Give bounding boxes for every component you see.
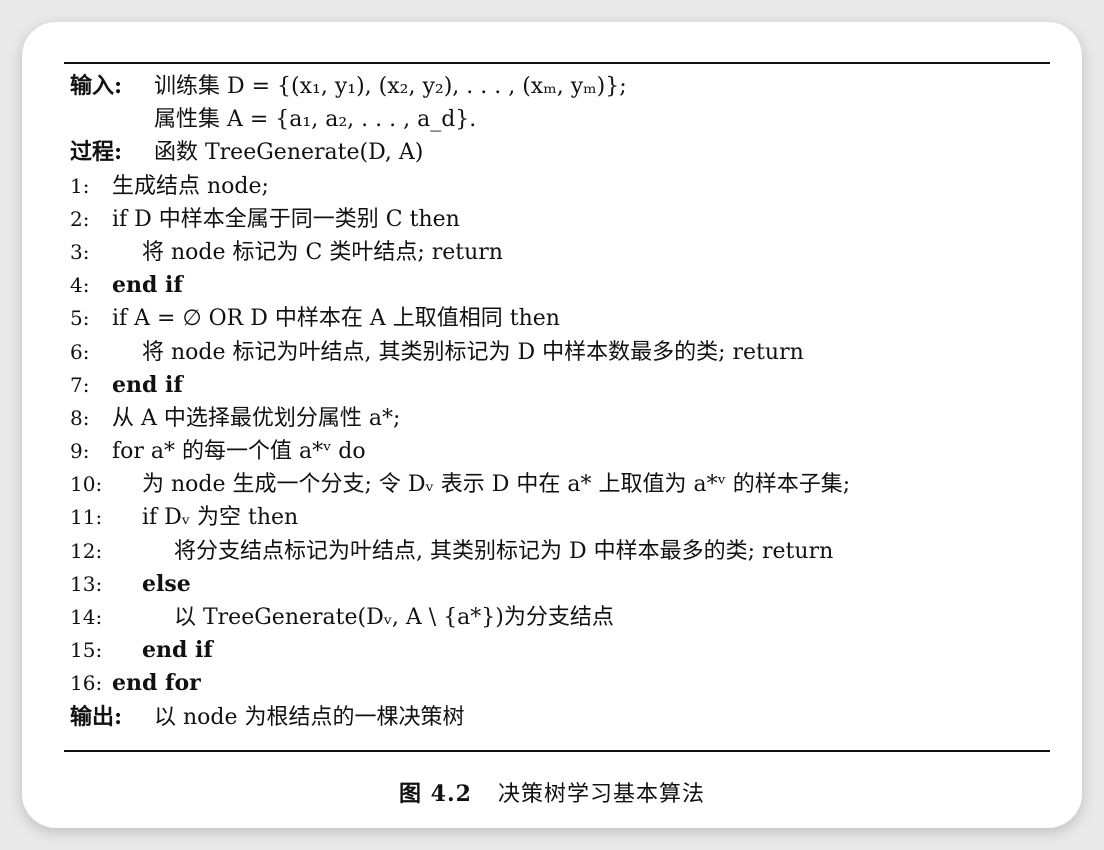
process-function: 函数 TreeGenerate(D, A)	[154, 140, 424, 166]
step-number: 9:	[70, 439, 90, 464]
step-line: 16: end for	[70, 667, 1060, 700]
step-number: 12:	[70, 538, 103, 563]
figure-number: 图 4.2	[399, 781, 472, 807]
step-text: end if	[112, 371, 183, 398]
step-line: 10: 为 node 生成一个分支; 令 Dᵥ 表示 D 中在 a* 上取值为 …	[70, 468, 1060, 501]
step-number: 14:	[70, 605, 103, 629]
step-line: 5: if A = ∅ OR D 中样本在 A 上取值相同 then	[70, 302, 1060, 335]
process-label: 过程:	[70, 139, 123, 166]
step-number: 8:	[70, 405, 90, 430]
step-text: end if	[142, 637, 213, 664]
step-number: 4:	[70, 273, 90, 298]
step-line: 11: if Dᵥ 为空 then	[70, 501, 1060, 534]
process-line: 过程: 函数 TreeGenerate(D, A)	[70, 136, 1060, 169]
step-line: 6: 将 node 标记为叶结点, 其类别标记为 D 中样本数最多的类; ret…	[70, 336, 1060, 369]
algorithm-card: 输入: 训练集 D = {(x₁, y₁), (x₂, y₂), . . . ,…	[22, 22, 1082, 828]
step-line: 13: else	[70, 568, 1060, 601]
step-number: 3:	[70, 239, 90, 264]
step-number: 15:	[70, 638, 103, 663]
figure-title: 决策树学习基本算法	[497, 782, 705, 807]
step-line: 12: 将分支结点标记为叶结点, 其类别标记为 D 中样本最多的类; retur…	[70, 535, 1060, 568]
step-line: 3: 将 node 标记为 C 类叶结点; return	[70, 236, 1060, 269]
input-label: 输入:	[70, 73, 123, 99]
step-text: 将分支结点标记为叶结点, 其类别标记为 D 中样本最多的类; return	[174, 538, 834, 564]
input-dataset: 训练集 D = {(x₁, y₁), (x₂, y₂), . . . , (xₘ…	[154, 74, 627, 99]
step-text: if Dᵥ 为空 then	[142, 505, 299, 531]
input-line-2: 属性集 A = {a₁, a₂, . . . , a_d}.	[70, 103, 1060, 136]
step-text: 将 node 标记为叶结点, 其类别标记为 D 中样本数最多的类; return	[142, 339, 804, 365]
step-number: 7:	[70, 372, 90, 397]
step-text: 生成结点 node;	[112, 173, 269, 199]
step-line: 14: 以 TreeGenerate(Dᵥ, A \ {a*})为分支结点	[70, 601, 1060, 634]
step-line: 15: end if	[70, 634, 1060, 667]
step-number: 5:	[70, 306, 90, 331]
step-line: 8: 从 A 中选择最优划分属性 a*;	[70, 402, 1060, 435]
step-line: 2: if D 中样本全属于同一类别 C then	[70, 203, 1060, 236]
step-number: 1:	[70, 173, 90, 198]
step-number: 11:	[70, 505, 103, 530]
output-label: 输出:	[70, 703, 123, 730]
bottom-rule	[64, 750, 1050, 752]
step-line: 9: for a* 的每一个值 a*ᵛ do	[70, 435, 1060, 468]
step-text: if A = ∅ OR D 中样本在 A 上取值相同 then	[112, 306, 560, 332]
step-line: 7: end if	[70, 369, 1060, 402]
step-number: 6:	[70, 339, 90, 364]
step-text: else	[142, 570, 191, 597]
input-line-1: 输入: 训练集 D = {(x₁, y₁), (x₂, y₂), . . . ,…	[70, 70, 1060, 103]
step-line: 4: end if	[70, 269, 1060, 302]
step-text: end for	[112, 670, 201, 697]
input-attributes: 属性集 A = {a₁, a₂, . . . , a_d}.	[154, 107, 477, 133]
step-number: 13:	[70, 571, 103, 596]
step-number: 2:	[70, 206, 90, 231]
step-text: end if	[112, 272, 183, 299]
algorithm-body: 输入: 训练集 D = {(x₁, y₁), (x₂, y₂), . . . ,…	[70, 70, 1060, 734]
step-text: 以 TreeGenerate(Dᵥ, A \ {a*})为分支结点	[174, 605, 614, 630]
step-line: 1: 生成结点 node;	[70, 170, 1060, 203]
step-text: if D 中样本全属于同一类别 C then	[112, 206, 460, 232]
step-text: 从 A 中选择最优划分属性 a*;	[112, 405, 401, 431]
output-line: 输出: 以 node 为根结点的一棵决策树	[70, 701, 1060, 734]
figure-caption: 图 4.2 决策树学习基本算法	[22, 776, 1082, 808]
step-text: 为 node 生成一个分支; 令 Dᵥ 表示 D 中在 a* 上取值为 a*ᵛ …	[142, 472, 851, 498]
top-rule	[64, 62, 1050, 64]
step-number: 16:	[70, 671, 103, 696]
output-text: 以 node 为根结点的一棵决策树	[154, 704, 465, 730]
step-number: 10:	[70, 472, 103, 497]
step-text: 将 node 标记为 C 类叶结点; return	[142, 239, 503, 265]
step-text: for a* 的每一个值 a*ᵛ do	[112, 439, 366, 465]
